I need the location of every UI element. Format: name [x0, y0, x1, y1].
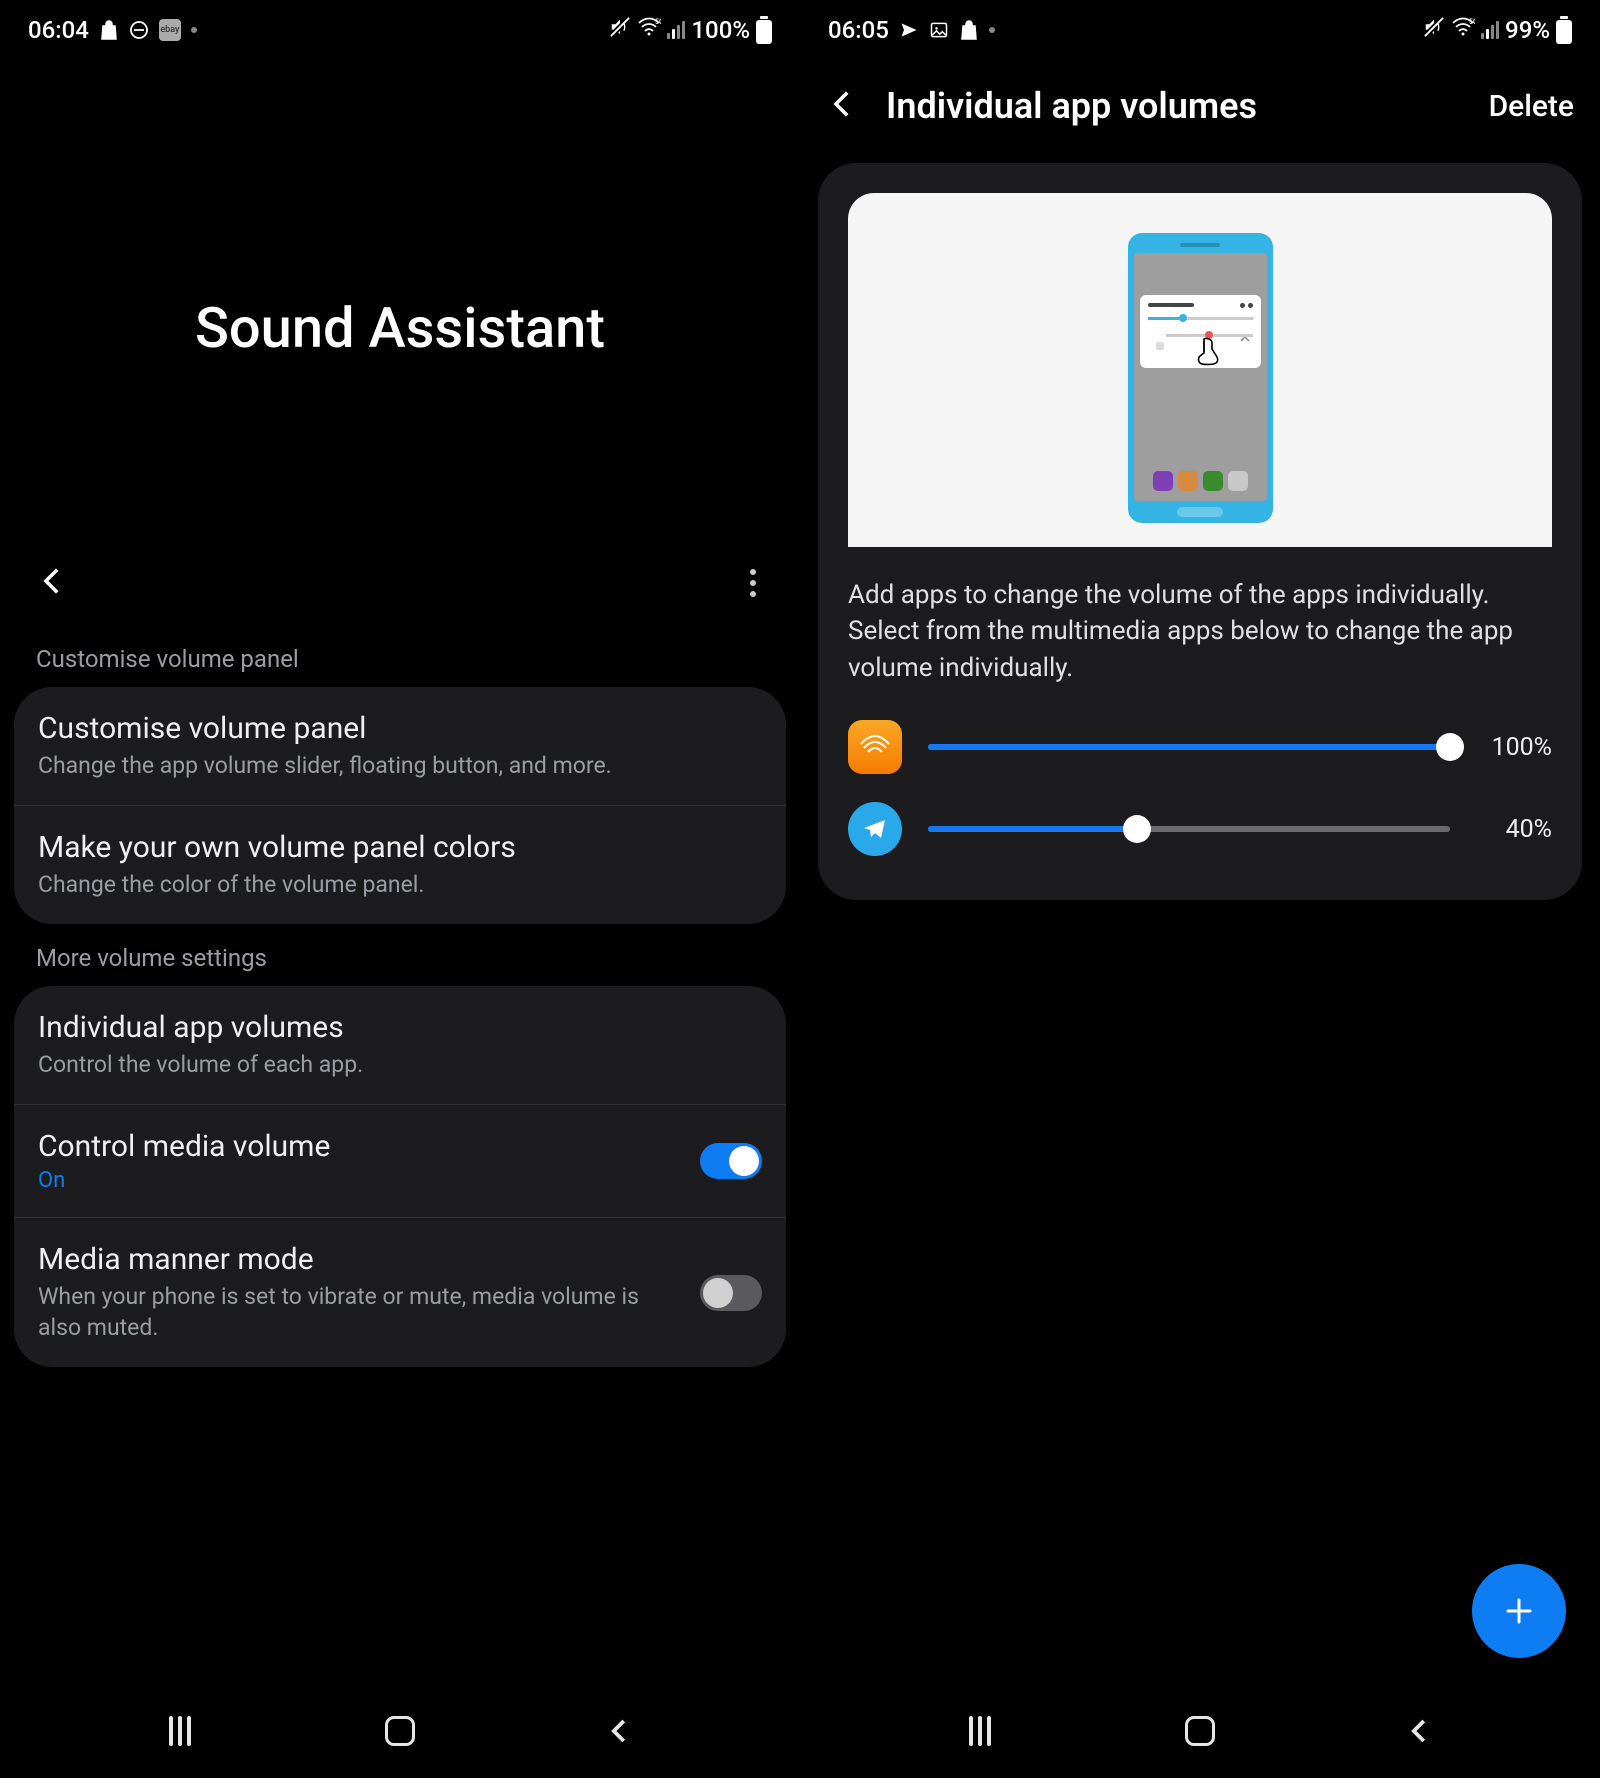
section-header-customise: Customise volume panel: [0, 625, 800, 687]
battery-icon: [1556, 16, 1572, 44]
slider-telegram[interactable]: [928, 826, 1450, 832]
description: Add apps to change the volume of the app…: [818, 547, 1582, 706]
navigation-bar: [800, 1683, 1600, 1778]
more-options-button[interactable]: [742, 561, 764, 605]
row-desc: Control the volume of each app.: [38, 1049, 762, 1080]
page-header: Individual app volumes Delete: [800, 55, 1600, 163]
row-desc: Change the app volume slider, floating b…: [38, 750, 762, 781]
status-time: 06:05: [828, 16, 889, 44]
section-header-more: More volume settings: [0, 924, 800, 986]
nav-recents-button[interactable]: [950, 1716, 1010, 1746]
row-control-media-volume[interactable]: Control media volume On: [14, 1105, 786, 1218]
page-title: Sound Assistant: [0, 55, 800, 561]
toggle-control-media-volume[interactable]: [700, 1143, 762, 1179]
row-title: Control media volume: [38, 1129, 680, 1164]
signal-icon: [667, 21, 685, 39]
illustration: [848, 193, 1552, 547]
send-icon: [899, 20, 919, 40]
row-customise-volume-panel[interactable]: Customise volume panel Change the app vo…: [14, 687, 786, 806]
wifi-icon: 5G: [1451, 17, 1475, 42]
back-button[interactable]: [36, 564, 70, 602]
back-button[interactable]: [826, 87, 860, 125]
row-status: On: [38, 1168, 680, 1193]
slider-audible[interactable]: [928, 744, 1450, 750]
nav-home-button[interactable]: [370, 1716, 430, 1746]
card-customise: Customise volume panel Change the app vo…: [14, 687, 786, 924]
more-notifications-dot: [191, 27, 197, 33]
battery-icon: [756, 16, 772, 44]
percent-label: 40%: [1476, 815, 1552, 844]
shopping-bag-icon: [959, 19, 979, 41]
audible-icon: [848, 720, 902, 774]
row-title: Individual app volumes: [38, 1010, 762, 1045]
nav-back-button[interactable]: [590, 1716, 650, 1746]
right-screenshot: 06:05 5G 99%: [800, 0, 1600, 1778]
navigation-bar: [0, 1683, 800, 1778]
status-bar: 06:05 5G 99%: [800, 0, 1600, 55]
telegram-icon: [848, 802, 902, 856]
app-row-telegram: 40%: [818, 788, 1582, 870]
row-title: Make your own volume panel colors: [38, 830, 762, 865]
card-more-settings: Individual app volumes Control the volum…: [14, 986, 786, 1367]
status-bar: 06:04 ebay 5G 100%: [0, 0, 800, 55]
add-app-fab[interactable]: [1472, 1564, 1566, 1658]
row-title: Media manner mode: [38, 1242, 680, 1277]
page-title: Individual app volumes: [886, 85, 1463, 127]
nav-recents-button[interactable]: [150, 1716, 210, 1746]
row-desc: Change the color of the volume panel.: [38, 869, 762, 900]
mute-icon: [609, 16, 631, 43]
battery-percent: 99%: [1505, 16, 1550, 44]
percent-label: 100%: [1476, 733, 1552, 762]
delete-button[interactable]: Delete: [1489, 89, 1574, 124]
row-desc: When your phone is set to vibrate or mut…: [38, 1281, 680, 1343]
nav-home-button[interactable]: [1170, 1716, 1230, 1746]
nav-back-button[interactable]: [1390, 1716, 1450, 1746]
row-volume-panel-colors[interactable]: Make your own volume panel colors Change…: [14, 806, 786, 924]
row-media-manner-mode[interactable]: Media manner mode When your phone is set…: [14, 1218, 786, 1367]
ebay-icon: ebay: [159, 19, 181, 41]
main-card: Add apps to change the volume of the app…: [818, 163, 1582, 900]
app-row-audible: 100%: [818, 706, 1582, 788]
status-time: 06:04: [28, 16, 89, 44]
svg-text:5G: 5G: [1469, 18, 1475, 26]
toggle-media-manner-mode[interactable]: [700, 1275, 762, 1311]
row-individual-app-volumes[interactable]: Individual app volumes Control the volum…: [14, 986, 786, 1105]
dnd-icon: [129, 20, 149, 40]
more-notifications-dot: [989, 27, 995, 33]
mute-icon: [1423, 16, 1445, 43]
row-title: Customise volume panel: [38, 711, 762, 746]
image-icon: [929, 20, 949, 40]
svg-text:5G: 5G: [655, 18, 661, 26]
signal-icon: [1481, 21, 1499, 39]
shopping-bag-icon: [99, 19, 119, 41]
battery-percent: 100%: [691, 16, 750, 44]
wifi-icon: 5G: [637, 17, 661, 42]
left-screenshot: 06:04 ebay 5G 100% Soun: [0, 0, 800, 1778]
